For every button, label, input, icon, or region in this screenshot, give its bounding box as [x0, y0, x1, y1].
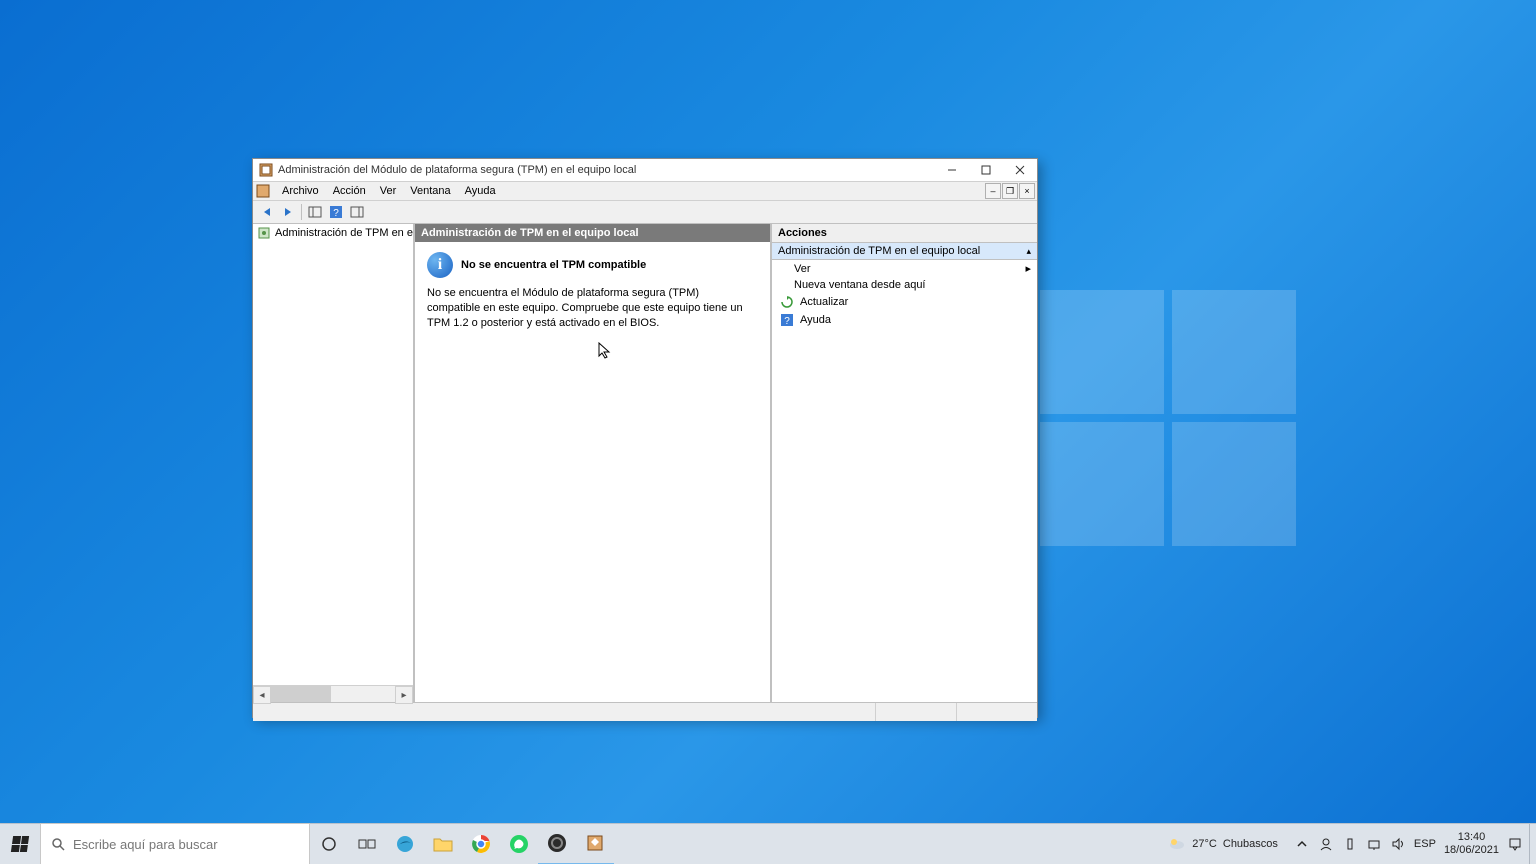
taskbar: Escribe aquí para buscar 27°C Chubascos …: [0, 823, 1536, 864]
menu-file[interactable]: Archivo: [275, 184, 326, 198]
notifications-icon[interactable]: [1507, 836, 1523, 852]
message-body: No se encuentra el Módulo de plataforma …: [427, 286, 747, 331]
message-title: No se encuentra el TPM compatible: [461, 259, 646, 271]
mmc-window: Administración del Módulo de plataforma …: [252, 158, 1038, 718]
action-refresh[interactable]: Actualizar: [772, 293, 1037, 311]
statusbar: [253, 702, 1037, 721]
scroll-right-button[interactable]: ▸: [395, 686, 413, 704]
toolbar-separator: [301, 204, 302, 220]
clock-date: 18/06/2021: [1444, 844, 1499, 857]
minimize-button[interactable]: [935, 159, 969, 181]
language-indicator[interactable]: ESP: [1414, 838, 1436, 850]
content-pane: Administración de TPM en el equipo local…: [415, 224, 772, 702]
show-desktop-button[interactable]: [1529, 824, 1536, 864]
tree-hscrollbar[interactable]: ◂ ▸: [253, 685, 413, 702]
mdi-minimize-button[interactable]: –: [985, 183, 1001, 199]
weather-temp: 27°C: [1192, 838, 1217, 850]
mdi-close-button[interactable]: ×: [1019, 183, 1035, 199]
forward-button[interactable]: [278, 202, 298, 222]
action-refresh-label: Actualizar: [800, 296, 848, 308]
show-hide-tree-button[interactable]: [305, 202, 325, 222]
menubar: Archivo Acción Ver Ventana Ayuda – ❐ ×: [253, 182, 1037, 201]
scroll-track[interactable]: [271, 686, 395, 702]
tpm-app-icon[interactable]: [576, 823, 614, 864]
action-help-label: Ayuda: [800, 314, 831, 326]
maximize-button[interactable]: [969, 159, 1003, 181]
search-icon: [51, 837, 65, 851]
file-explorer-icon[interactable]: [424, 824, 462, 864]
mmc-snapin-icon: [255, 183, 271, 199]
action-new-window-label: Nueva ventana desde aquí: [794, 279, 926, 291]
windows-logo-icon: [11, 836, 29, 852]
scroll-thumb[interactable]: [271, 686, 331, 702]
message-row: i No se encuentra el TPM compatible: [427, 252, 758, 278]
task-view-button[interactable]: [348, 824, 386, 864]
windows-logo-wallpaper: [1040, 290, 1300, 550]
weather-widget[interactable]: 27°C Chubascos: [1168, 836, 1278, 852]
usb-icon[interactable]: [1342, 836, 1358, 852]
submenu-arrow-icon: ▸: [1025, 262, 1031, 275]
action-view[interactable]: Ver ▸: [772, 260, 1037, 277]
menu-help[interactable]: Ayuda: [458, 184, 503, 198]
volume-icon[interactable]: [1390, 836, 1406, 852]
tree-item-tpm[interactable]: Administración de TPM en el equip: [253, 224, 413, 242]
window-title: Administración del Módulo de plataforma …: [278, 164, 935, 176]
toolbar: ?: [253, 201, 1037, 224]
action-help[interactable]: ? Ayuda: [772, 311, 1037, 329]
search-placeholder: Escribe aquí para buscar: [73, 837, 218, 852]
info-icon: i: [427, 252, 453, 278]
menu-window[interactable]: Ventana: [403, 184, 457, 198]
menu-view[interactable]: Ver: [373, 184, 404, 198]
back-button[interactable]: [257, 202, 277, 222]
collapse-icon: ▴: [1026, 246, 1031, 257]
window-body: Administración de TPM en el equip ◂ ▸ Ad…: [253, 224, 1037, 702]
show-actions-button[interactable]: [347, 202, 367, 222]
close-button[interactable]: [1003, 159, 1037, 181]
network-icon[interactable]: [1366, 836, 1382, 852]
svg-text:?: ?: [784, 316, 790, 326]
actions-group[interactable]: Administración de TPM en el equipo local…: [772, 243, 1037, 260]
desktop-wallpaper: Administración del Módulo de plataforma …: [0, 0, 1536, 864]
svg-text:?: ?: [333, 208, 339, 218]
actions-pane: Acciones Administración de TPM en el equ…: [772, 224, 1037, 702]
weather-cond: Chubascos: [1223, 838, 1278, 850]
content-body: i No se encuentra el TPM compatible No s…: [415, 242, 770, 341]
action-new-window[interactable]: Nueva ventana desde aquí: [772, 277, 1037, 293]
content-header: Administración de TPM en el equipo local: [415, 224, 770, 242]
help-button[interactable]: ?: [326, 202, 346, 222]
weather-icon: [1168, 836, 1186, 852]
scroll-left-button[interactable]: ◂: [253, 686, 271, 704]
edge-icon[interactable]: [386, 824, 424, 864]
whatsapp-icon[interactable]: [500, 824, 538, 864]
help-icon: ?: [780, 313, 794, 327]
cortana-button[interactable]: [310, 824, 348, 864]
menu-action[interactable]: Acción: [326, 184, 373, 198]
refresh-icon: [780, 295, 794, 309]
tree-pane: Administración de TPM en el equip ◂ ▸: [253, 224, 415, 702]
start-button[interactable]: [0, 824, 40, 864]
clock[interactable]: 13:40 18/06/2021: [1444, 831, 1499, 856]
search-box[interactable]: Escribe aquí para buscar: [40, 823, 310, 864]
mdi-controls: – ❐ ×: [984, 183, 1035, 199]
tray-chevron-up-icon[interactable]: [1294, 836, 1310, 852]
chrome-icon[interactable]: [462, 824, 500, 864]
titlebar[interactable]: Administración del Módulo de plataforma …: [253, 159, 1037, 182]
action-view-label: Ver: [794, 263, 811, 275]
system-tray: 27°C Chubascos ESP 13:40 18/06/2021: [1168, 831, 1529, 856]
tree-item-label: Administración de TPM en el equip: [275, 227, 413, 239]
actions-header: Acciones: [772, 224, 1037, 243]
mdi-restore-button[interactable]: ❐: [1002, 183, 1018, 199]
obs-icon[interactable]: [538, 823, 576, 864]
app-icon: [258, 162, 274, 178]
clock-time: 13:40: [1444, 831, 1499, 844]
tpm-tree-icon: [257, 226, 271, 240]
people-icon[interactable]: [1318, 836, 1334, 852]
actions-group-label: Administración de TPM en el equipo local: [778, 245, 980, 257]
